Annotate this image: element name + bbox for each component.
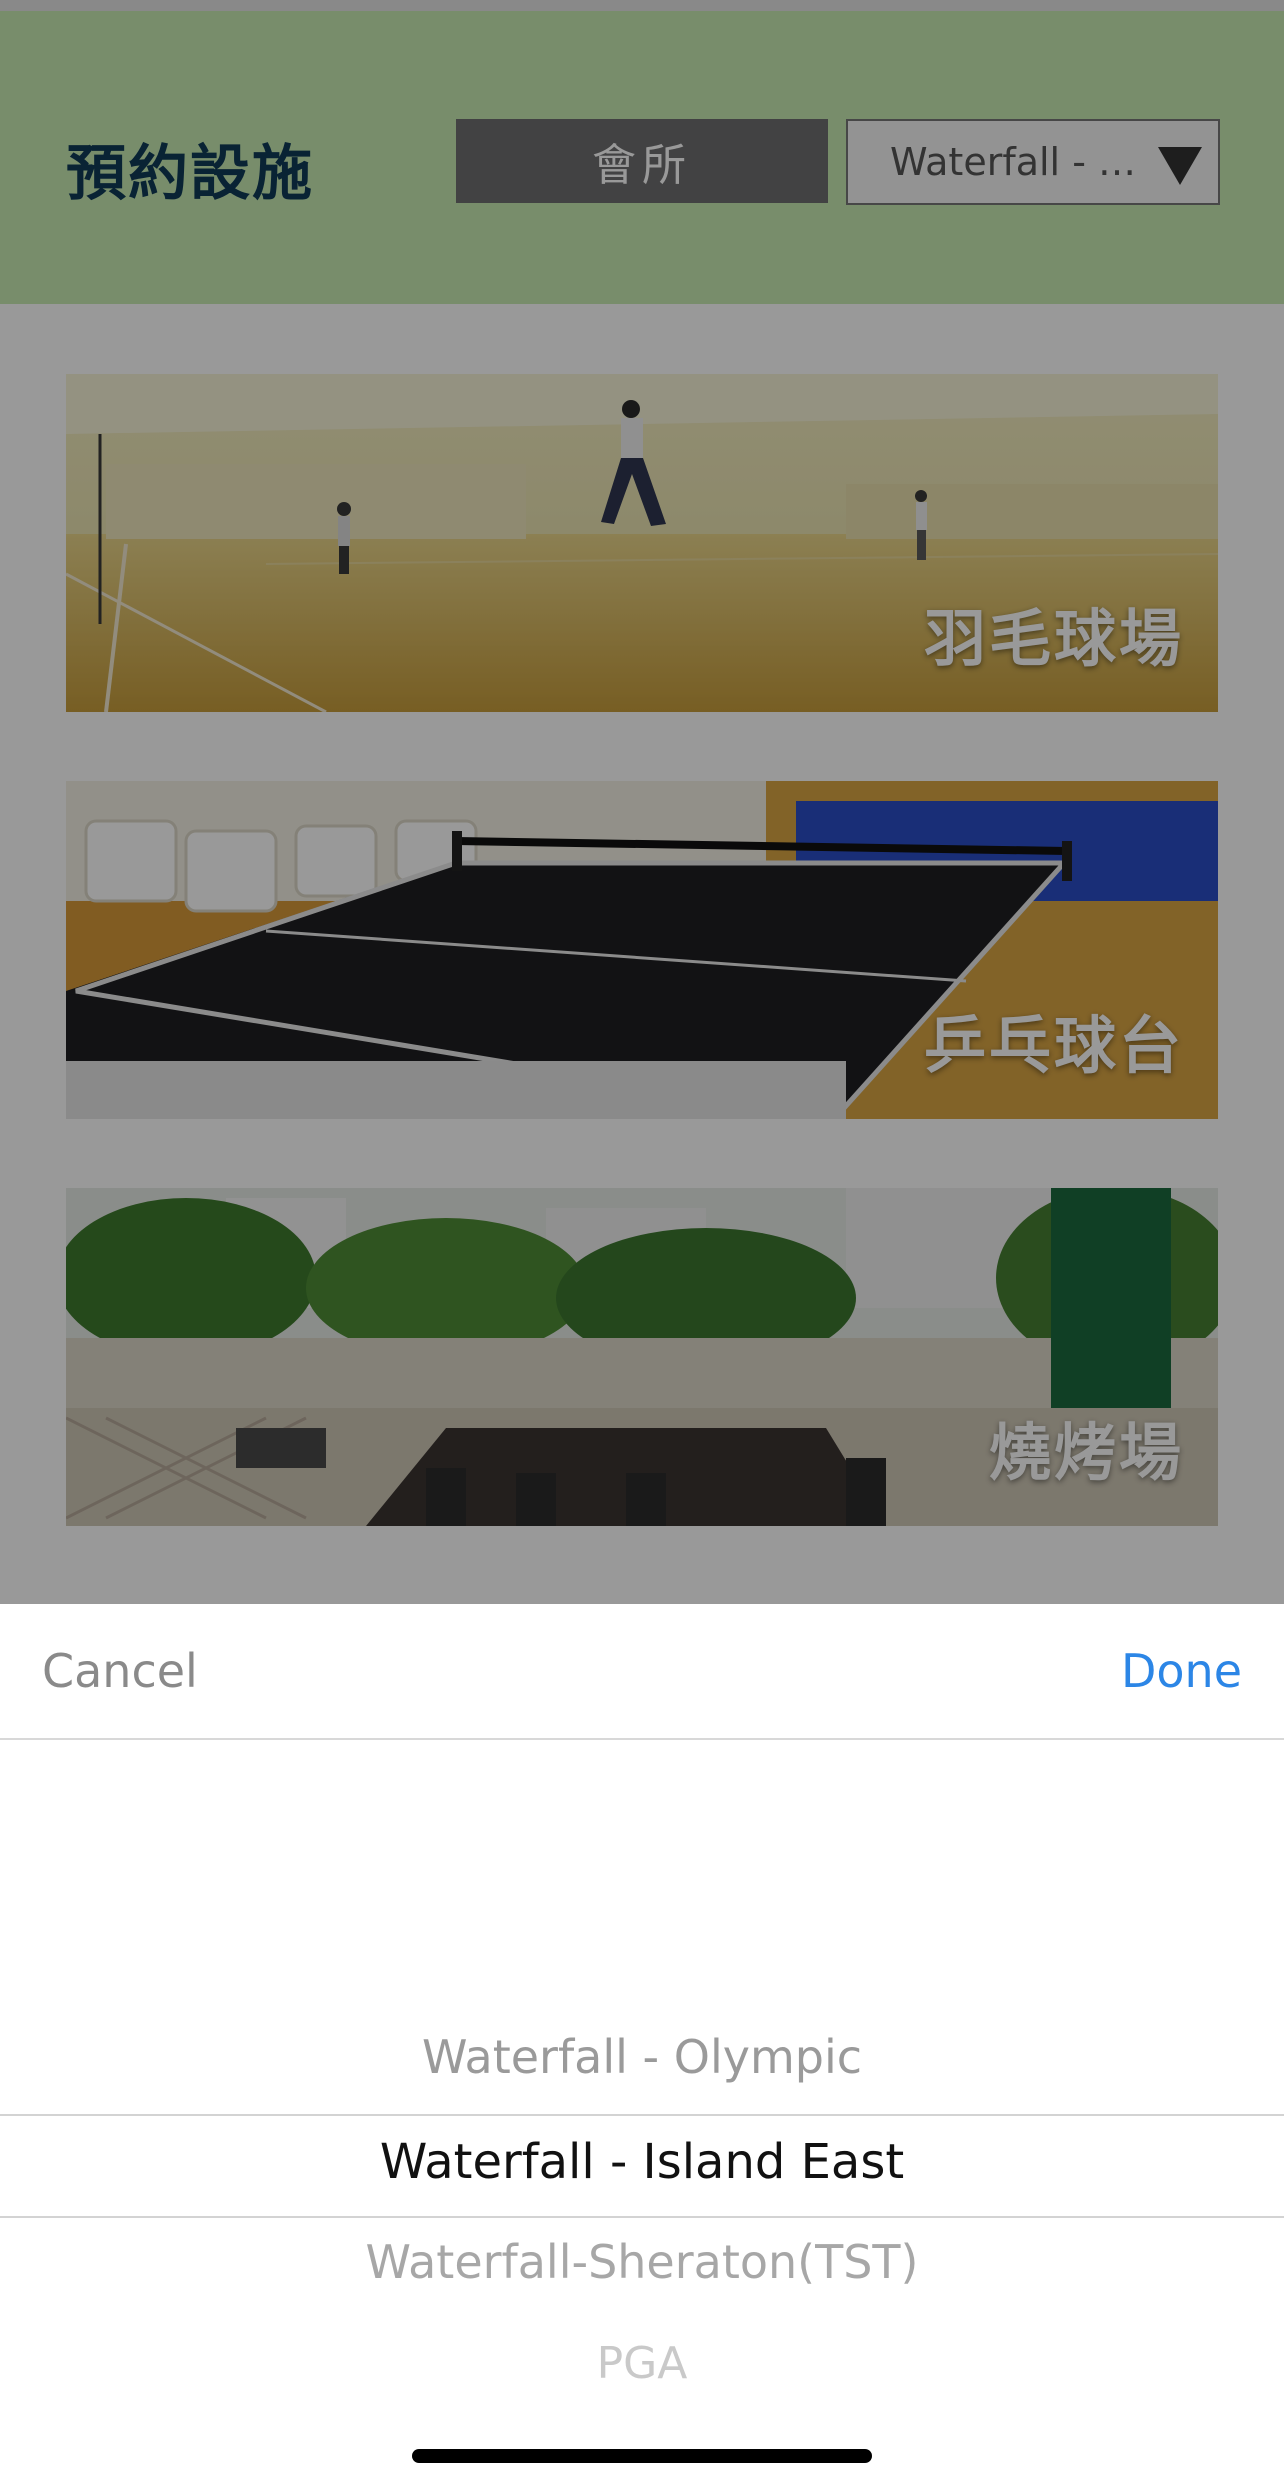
home-indicator[interactable]: [412, 2449, 872, 2463]
picker-option[interactable]: Waterfall-Sheraton(TST): [0, 2235, 1284, 2289]
location-picker-sheet: Cancel Done Waterfall - Olympic Waterfal…: [0, 1604, 1284, 2489]
selection-divider-bottom: [0, 2216, 1284, 2218]
location-picker-wheel[interactable]: Waterfall - Olympic Waterfall - Island E…: [0, 1740, 1284, 2440]
picker-toolbar: Cancel Done: [0, 1604, 1284, 1740]
picker-option-selected[interactable]: Waterfall - Island East: [0, 2134, 1284, 2190]
selection-divider-top: [0, 2114, 1284, 2116]
done-button[interactable]: Done: [1121, 1644, 1242, 1698]
picker-option[interactable]: Waterfall - Olympic: [0, 2030, 1284, 2084]
cancel-button[interactable]: Cancel: [42, 1644, 198, 1698]
picker-option[interactable]: PGA: [0, 2338, 1284, 2389]
modal-overlay[interactable]: [0, 0, 1284, 1604]
